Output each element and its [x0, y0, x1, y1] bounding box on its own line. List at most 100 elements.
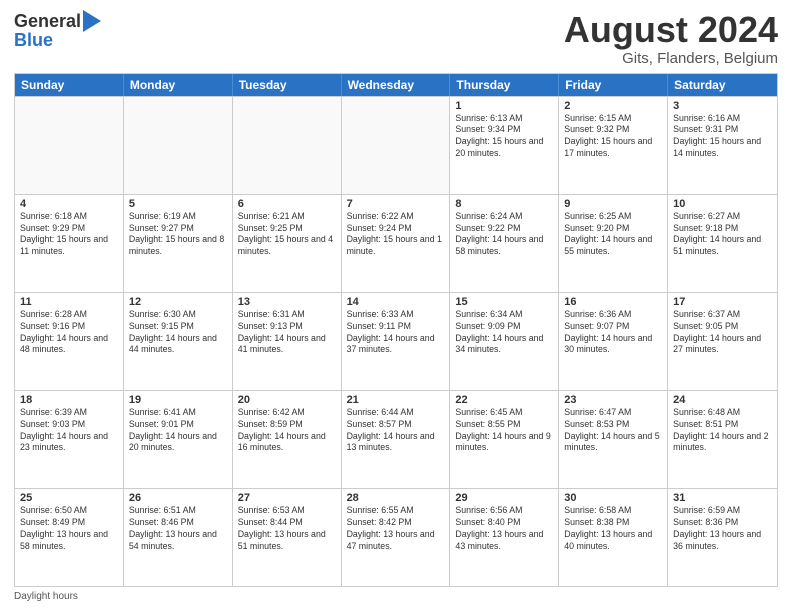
day-info: Sunrise: 6:16 AMSunset: 9:31 PMDaylight:…: [673, 113, 772, 161]
day-info: Sunrise: 6:21 AMSunset: 9:25 PMDaylight:…: [238, 211, 336, 259]
calendar-cell: 25Sunrise: 6:50 AMSunset: 8:49 PMDayligh…: [15, 489, 124, 586]
calendar-body: 1Sunrise: 6:13 AMSunset: 9:34 PMDaylight…: [15, 96, 777, 586]
calendar-cell: 24Sunrise: 6:48 AMSunset: 8:51 PMDayligh…: [668, 391, 777, 488]
day-number: 29: [455, 492, 553, 504]
day-info: Sunrise: 6:24 AMSunset: 9:22 PMDaylight:…: [455, 211, 553, 259]
calendar-cell: 19Sunrise: 6:41 AMSunset: 9:01 PMDayligh…: [124, 391, 233, 488]
day-info: Sunrise: 6:41 AMSunset: 9:01 PMDaylight:…: [129, 407, 227, 455]
calendar-row: 25Sunrise: 6:50 AMSunset: 8:49 PMDayligh…: [15, 488, 777, 586]
calendar-cell: 27Sunrise: 6:53 AMSunset: 8:44 PMDayligh…: [233, 489, 342, 586]
calendar-cell: 21Sunrise: 6:44 AMSunset: 8:57 PMDayligh…: [342, 391, 451, 488]
day-number: 26: [129, 492, 227, 504]
logo-blue-text: Blue: [14, 30, 101, 51]
calendar-header-cell: Thursday: [450, 74, 559, 96]
day-number: 15: [455, 296, 553, 308]
day-info: Sunrise: 6:19 AMSunset: 9:27 PMDaylight:…: [129, 211, 227, 259]
calendar-cell: 26Sunrise: 6:51 AMSunset: 8:46 PMDayligh…: [124, 489, 233, 586]
day-info: Sunrise: 6:30 AMSunset: 9:15 PMDaylight:…: [129, 309, 227, 357]
day-info: Sunrise: 6:56 AMSunset: 8:40 PMDaylight:…: [455, 505, 553, 553]
day-info: Sunrise: 6:53 AMSunset: 8:44 PMDaylight:…: [238, 505, 336, 553]
day-number: 14: [347, 296, 445, 308]
day-info: Sunrise: 6:33 AMSunset: 9:11 PMDaylight:…: [347, 309, 445, 357]
calendar-cell: 17Sunrise: 6:37 AMSunset: 9:05 PMDayligh…: [668, 293, 777, 390]
day-number: 30: [564, 492, 662, 504]
calendar-header-cell: Wednesday: [342, 74, 451, 96]
calendar-cell: 8Sunrise: 6:24 AMSunset: 9:22 PMDaylight…: [450, 195, 559, 292]
calendar-row: 4Sunrise: 6:18 AMSunset: 9:29 PMDaylight…: [15, 194, 777, 292]
calendar-cell: 1Sunrise: 6:13 AMSunset: 9:34 PMDaylight…: [450, 97, 559, 194]
logo: General Blue: [14, 10, 101, 51]
day-number: 25: [20, 492, 118, 504]
day-info: Sunrise: 6:37 AMSunset: 9:05 PMDaylight:…: [673, 309, 772, 357]
calendar-cell: [233, 97, 342, 194]
day-number: 21: [347, 394, 445, 406]
day-info: Sunrise: 6:42 AMSunset: 8:59 PMDaylight:…: [238, 407, 336, 455]
logo-triangle-icon: [83, 10, 101, 32]
day-info: Sunrise: 6:45 AMSunset: 8:55 PMDaylight:…: [455, 407, 553, 455]
day-number: 23: [564, 394, 662, 406]
day-info: Sunrise: 6:51 AMSunset: 8:46 PMDaylight:…: [129, 505, 227, 553]
calendar-cell: 30Sunrise: 6:58 AMSunset: 8:38 PMDayligh…: [559, 489, 668, 586]
calendar-cell: 16Sunrise: 6:36 AMSunset: 9:07 PMDayligh…: [559, 293, 668, 390]
calendar-cell: 15Sunrise: 6:34 AMSunset: 9:09 PMDayligh…: [450, 293, 559, 390]
day-number: 19: [129, 394, 227, 406]
day-number: 18: [20, 394, 118, 406]
calendar-title: August 2024: [564, 10, 778, 50]
calendar-header-row: SundayMondayTuesdayWednesdayThursdayFrid…: [15, 74, 777, 96]
calendar-row: 18Sunrise: 6:39 AMSunset: 9:03 PMDayligh…: [15, 390, 777, 488]
day-number: 12: [129, 296, 227, 308]
day-info: Sunrise: 6:36 AMSunset: 9:07 PMDaylight:…: [564, 309, 662, 357]
day-number: 31: [673, 492, 772, 504]
day-info: Sunrise: 6:25 AMSunset: 9:20 PMDaylight:…: [564, 211, 662, 259]
title-block: August 2024 Gits, Flanders, Belgium: [564, 10, 778, 67]
calendar-cell: 9Sunrise: 6:25 AMSunset: 9:20 PMDaylight…: [559, 195, 668, 292]
day-info: Sunrise: 6:22 AMSunset: 9:24 PMDaylight:…: [347, 211, 445, 259]
calendar-cell: 22Sunrise: 6:45 AMSunset: 8:55 PMDayligh…: [450, 391, 559, 488]
calendar-cell: 13Sunrise: 6:31 AMSunset: 9:13 PMDayligh…: [233, 293, 342, 390]
calendar-cell: 3Sunrise: 6:16 AMSunset: 9:31 PMDaylight…: [668, 97, 777, 194]
day-number: 17: [673, 296, 772, 308]
calendar-row: 1Sunrise: 6:13 AMSunset: 9:34 PMDaylight…: [15, 96, 777, 194]
day-info: Sunrise: 6:13 AMSunset: 9:34 PMDaylight:…: [455, 113, 553, 161]
calendar-cell: 29Sunrise: 6:56 AMSunset: 8:40 PMDayligh…: [450, 489, 559, 586]
day-info: Sunrise: 6:55 AMSunset: 8:42 PMDaylight:…: [347, 505, 445, 553]
day-info: Sunrise: 6:44 AMSunset: 8:57 PMDaylight:…: [347, 407, 445, 455]
day-number: 27: [238, 492, 336, 504]
day-number: 6: [238, 198, 336, 210]
day-info: Sunrise: 6:50 AMSunset: 8:49 PMDaylight:…: [20, 505, 118, 553]
day-number: 3: [673, 100, 772, 112]
day-number: 24: [673, 394, 772, 406]
day-number: 20: [238, 394, 336, 406]
calendar-header-cell: Sunday: [15, 74, 124, 96]
day-info: Sunrise: 6:34 AMSunset: 9:09 PMDaylight:…: [455, 309, 553, 357]
calendar-header-cell: Monday: [124, 74, 233, 96]
day-number: 16: [564, 296, 662, 308]
day-info: Sunrise: 6:39 AMSunset: 9:03 PMDaylight:…: [20, 407, 118, 455]
calendar-cell: 31Sunrise: 6:59 AMSunset: 8:36 PMDayligh…: [668, 489, 777, 586]
calendar-header-cell: Saturday: [668, 74, 777, 96]
calendar-location: Gits, Flanders, Belgium: [564, 50, 778, 67]
calendar-row: 11Sunrise: 6:28 AMSunset: 9:16 PMDayligh…: [15, 292, 777, 390]
day-info: Sunrise: 6:28 AMSunset: 9:16 PMDaylight:…: [20, 309, 118, 357]
calendar-cell: 20Sunrise: 6:42 AMSunset: 8:59 PMDayligh…: [233, 391, 342, 488]
day-number: 13: [238, 296, 336, 308]
calendar-cell: 4Sunrise: 6:18 AMSunset: 9:29 PMDaylight…: [15, 195, 124, 292]
calendar-cell: 2Sunrise: 6:15 AMSunset: 9:32 PMDaylight…: [559, 97, 668, 194]
day-info: Sunrise: 6:58 AMSunset: 8:38 PMDaylight:…: [564, 505, 662, 553]
day-number: 4: [20, 198, 118, 210]
day-info: Sunrise: 6:31 AMSunset: 9:13 PMDaylight:…: [238, 309, 336, 357]
calendar-cell: 6Sunrise: 6:21 AMSunset: 9:25 PMDaylight…: [233, 195, 342, 292]
footer-note: Daylight hours: [14, 591, 778, 602]
day-number: 8: [455, 198, 553, 210]
calendar-cell: [342, 97, 451, 194]
calendar-cell: 18Sunrise: 6:39 AMSunset: 9:03 PMDayligh…: [15, 391, 124, 488]
day-number: 7: [347, 198, 445, 210]
calendar-cell: 12Sunrise: 6:30 AMSunset: 9:15 PMDayligh…: [124, 293, 233, 390]
calendar-cell: 7Sunrise: 6:22 AMSunset: 9:24 PMDaylight…: [342, 195, 451, 292]
day-number: 11: [20, 296, 118, 308]
day-number: 1: [455, 100, 553, 112]
day-number: 9: [564, 198, 662, 210]
calendar-cell: [15, 97, 124, 194]
day-info: Sunrise: 6:27 AMSunset: 9:18 PMDaylight:…: [673, 211, 772, 259]
day-number: 5: [129, 198, 227, 210]
